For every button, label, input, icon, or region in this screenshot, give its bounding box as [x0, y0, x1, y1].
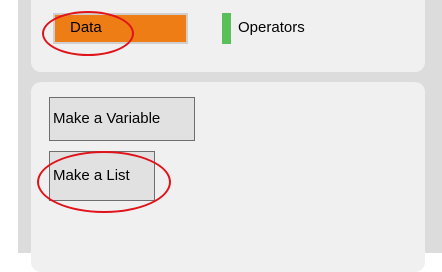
category-data-label: Data: [70, 19, 102, 36]
category-data[interactable]: Data: [53, 13, 188, 44]
left-margin: [0, 0, 18, 253]
category-operators-label: Operators: [238, 19, 305, 36]
make-a-list-button[interactable]: Make a List: [49, 151, 155, 201]
scratch-blocks-palette-window: Data Operators Make a Variable Make a Li…: [0, 0, 442, 272]
category-operators-color-icon: [222, 13, 231, 44]
category-data-color-icon: [55, 15, 65, 42]
make-a-variable-button[interactable]: Make a Variable: [49, 97, 195, 141]
